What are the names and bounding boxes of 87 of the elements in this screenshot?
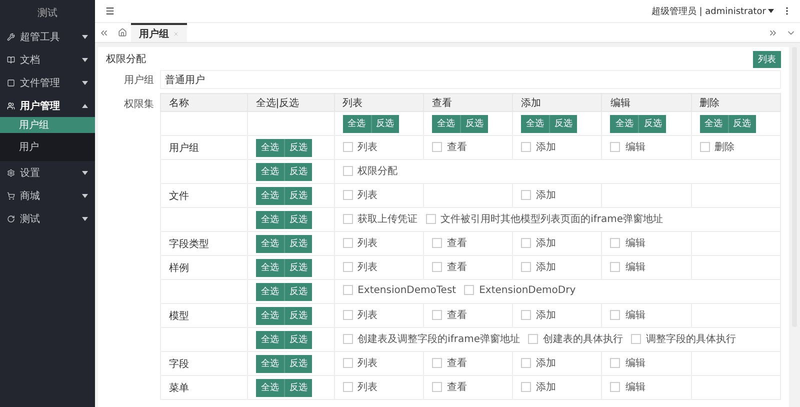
permission-checkbox[interactable]: 权限分配	[342, 164, 398, 178]
column-header: 全选|反选	[247, 94, 334, 112]
sidebar-subitem[interactable]: 用户组	[0, 117, 95, 133]
column-header: 查看	[423, 94, 513, 112]
sidebar-item[interactable]: 设置	[0, 161, 95, 184]
select-all-button[interactable]: 全选	[256, 378, 284, 396]
caret-icon	[82, 80, 88, 84]
tab[interactable]: 用户组	[131, 23, 187, 42]
permission-checkbox[interactable]: ExtensionDemoTest	[342, 284, 456, 296]
table-cell: 文件	[169, 190, 189, 202]
caret-icon	[82, 34, 88, 38]
caret-icon	[82, 58, 88, 62]
user-menu[interactable]: 超级管理员 | administrator	[651, 4, 774, 18]
select-all-button[interactable]: 全选	[256, 138, 284, 156]
invert-selection-button[interactable]: 反选	[370, 114, 399, 132]
select-all-button[interactable]: 全选	[256, 354, 284, 372]
menu-item-icon	[7, 78, 15, 86]
select-all-button[interactable]: 全选	[256, 306, 284, 324]
table-cell: 字段类型	[169, 238, 209, 250]
permission-checkbox[interactable]: 调整字段的具体执行	[631, 332, 736, 346]
table-cell: 模型	[169, 310, 189, 322]
invert-selection-button[interactable]: 反选	[728, 114, 756, 132]
invert-selection-button[interactable]: 反选	[460, 114, 488, 132]
column-header: 删除	[691, 94, 780, 112]
permission-checkbox[interactable]: 创建表的具体执行	[528, 332, 624, 346]
caret-icon	[82, 194, 88, 198]
sidebar-item[interactable]: 测试	[0, 207, 95, 230]
column-header: 名称	[160, 94, 248, 112]
invert-selection-button[interactable]: 反选	[284, 378, 312, 396]
invert-selection-button[interactable]: 反选	[284, 234, 312, 252]
invert-selection-button[interactable]: 反选	[284, 354, 312, 372]
invert-selection-button[interactable]: 反选	[284, 330, 312, 348]
invert-selection-button[interactable]: 反选	[284, 210, 312, 228]
table-cell: 样例	[169, 262, 189, 274]
caret-icon	[82, 170, 88, 174]
invert-selection-button[interactable]: 反选	[284, 306, 312, 324]
menu-item-icon	[7, 32, 15, 40]
select-all-button[interactable]: 全选	[700, 114, 728, 132]
sidebar-item[interactable]: 商城	[0, 184, 95, 207]
select-all-button[interactable]: 全选	[256, 186, 284, 204]
column-header: 编辑	[602, 94, 692, 112]
table-cell: 字段	[169, 358, 189, 370]
select-all-button[interactable]: 全选	[256, 330, 284, 348]
column-header: 列表	[334, 94, 424, 112]
list-button[interactable]: 列表	[753, 50, 781, 68]
permission-checkbox[interactable]: ExtensionDemoDry	[464, 284, 576, 296]
select-all-button[interactable]: 全选	[256, 210, 284, 228]
invert-selection-button[interactable]: 反选	[284, 282, 312, 300]
caret-icon	[82, 104, 88, 108]
caret-icon	[768, 9, 774, 13]
permission-checkbox[interactable]: 创建表及调整字段的iframe弹窗地址	[342, 332, 520, 346]
permission-checkbox[interactable]: 文件被引用时其他模型列表页面的iframe弹窗地址	[426, 212, 664, 226]
select-all-button[interactable]: 全选	[610, 114, 638, 132]
select-all-button[interactable]: 全选	[521, 114, 550, 132]
table-cell: 菜单	[169, 382, 189, 394]
menu-icon[interactable]	[105, 6, 115, 16]
sidebar-item[interactable]: 超管工具	[0, 25, 95, 48]
select-all-button[interactable]: 全选	[256, 234, 284, 252]
sidebar-item[interactable]: 文档	[0, 48, 95, 71]
field-label: 权限集	[123, 98, 154, 112]
permission-checkbox[interactable]: 获取上传凭证	[342, 212, 418, 226]
menu-item-icon	[7, 102, 15, 110]
menu-item-icon	[7, 168, 15, 176]
sidebar-item[interactable]: 文件管理	[0, 71, 95, 94]
invert-selection-button[interactable]: 反选	[549, 114, 578, 132]
menu-item-icon	[7, 192, 15, 200]
sidebar-item[interactable]: 用户管理	[0, 94, 95, 117]
close-icon	[173, 30, 179, 36]
invert-selection-button[interactable]: 反选	[638, 114, 666, 132]
invert-selection-button[interactable]: 反选	[284, 162, 312, 180]
menu-item-icon	[7, 214, 15, 222]
column-header: 添加	[512, 94, 602, 112]
app-title: 测试	[36, 6, 58, 20]
user-group-field[interactable]: 普通用户	[160, 70, 781, 89]
select-all-button[interactable]: 全选	[256, 162, 284, 180]
invert-selection-button[interactable]: 反选	[284, 138, 312, 156]
select-all-button[interactable]: 全选	[342, 114, 371, 132]
invert-selection-button[interactable]: 反选	[284, 186, 312, 204]
select-all-button[interactable]: 全选	[256, 282, 284, 300]
menu-item-icon	[7, 56, 15, 64]
select-all-button[interactable]: 全选	[432, 114, 460, 132]
invert-selection-button[interactable]: 反选	[284, 258, 312, 276]
table-cell: 用户组	[169, 142, 199, 154]
caret-icon	[82, 216, 88, 220]
field-label: 用户组	[123, 74, 154, 86]
panel-title: 权限分配	[106, 52, 146, 66]
select-all-button[interactable]: 全选	[256, 258, 284, 276]
